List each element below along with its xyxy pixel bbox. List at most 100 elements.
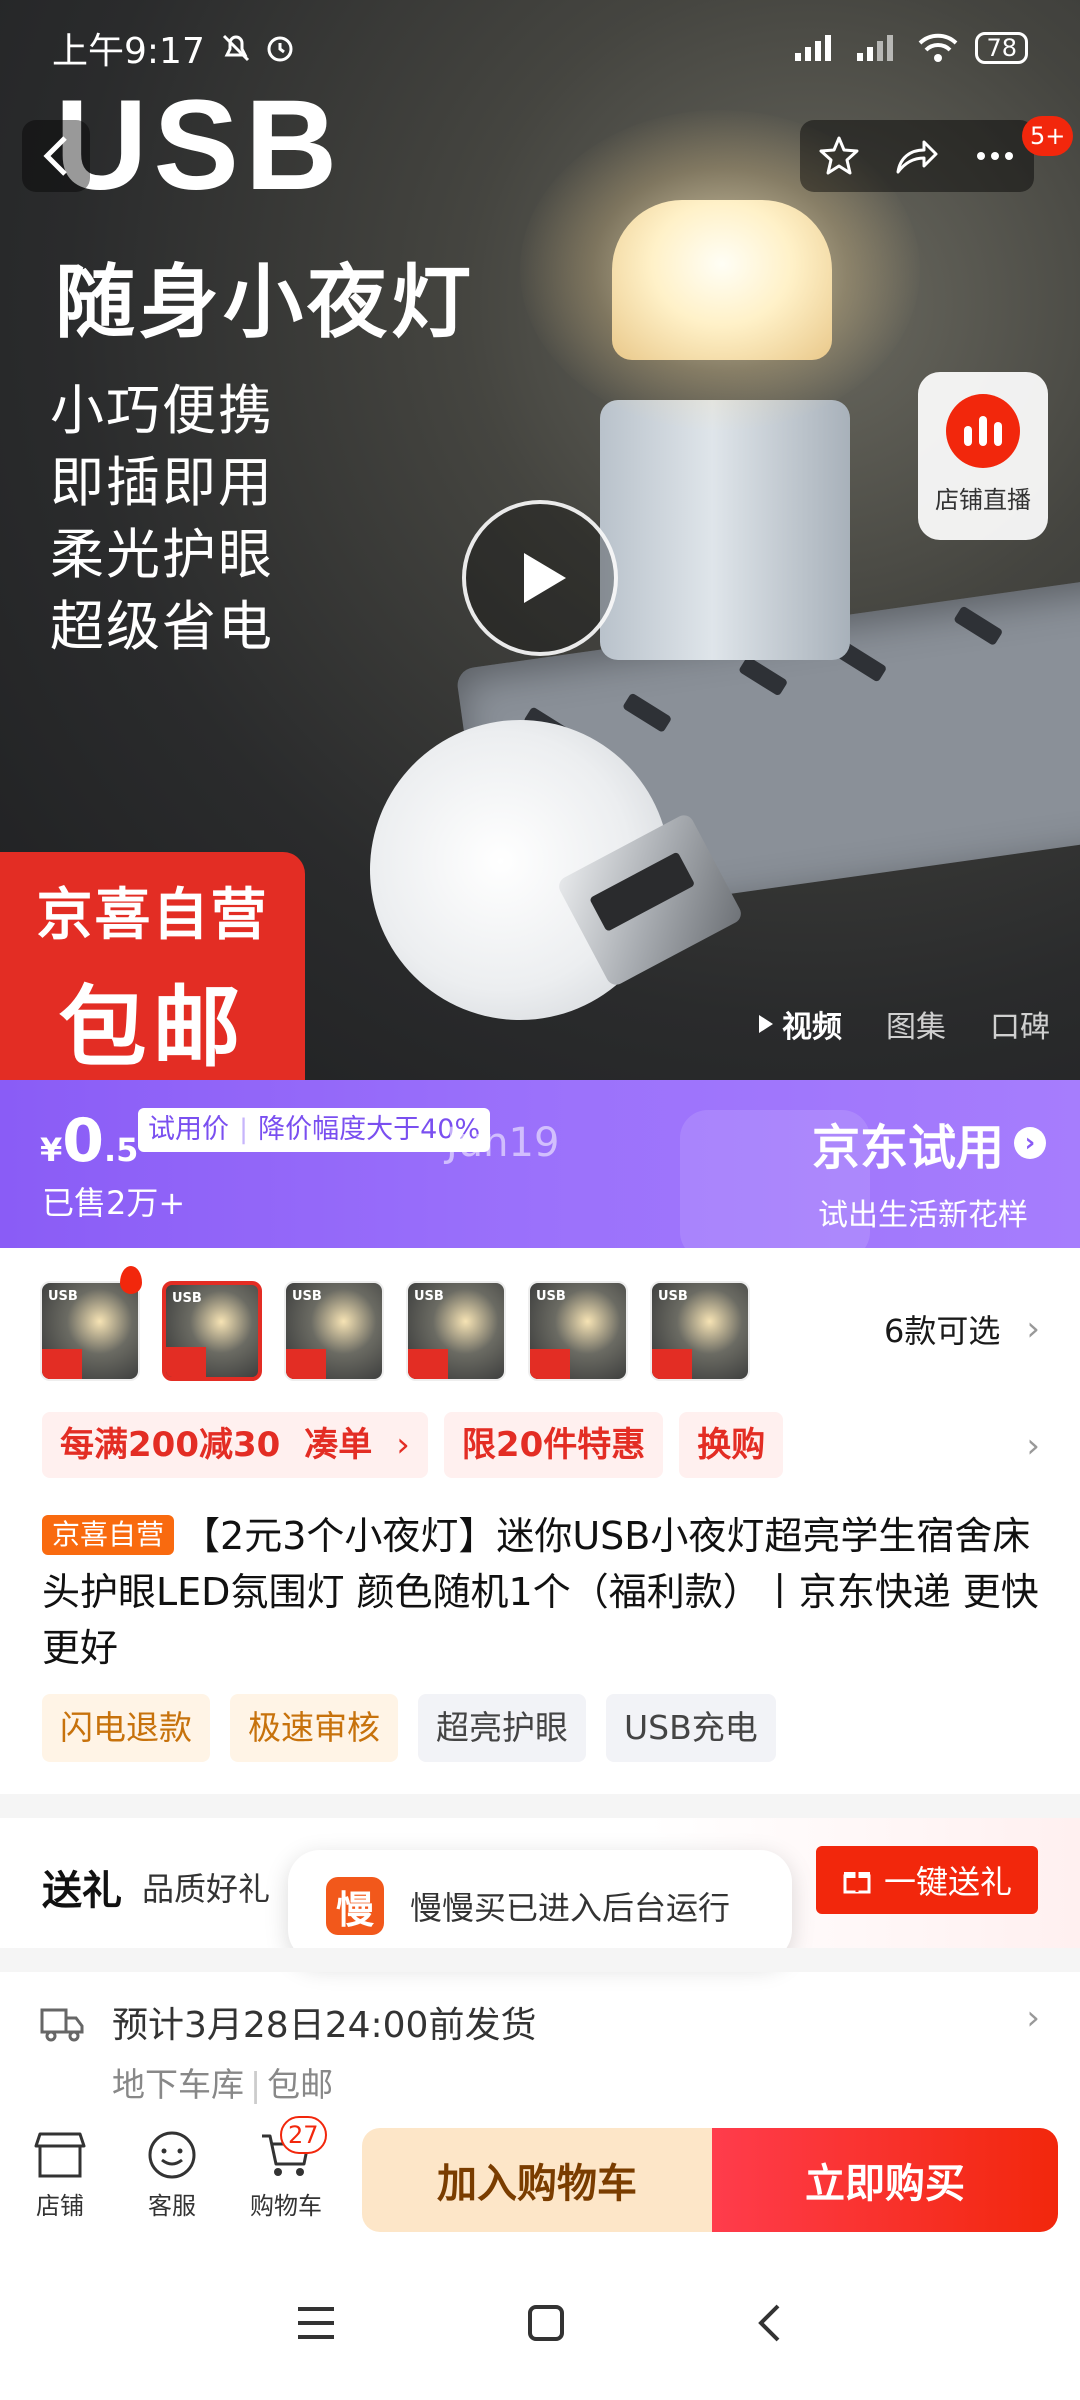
feature-tags: 闪电退款 极速审核 超亮护眼 USB充电 <box>42 1694 776 1762</box>
feature-tag-review: 极速审核 <box>230 1694 398 1762</box>
hero-features: 小巧便携 即插即用 柔光护眼 超级省电 <box>50 375 274 663</box>
jd-trial-brand[interactable]: 京东试用 › <box>812 1108 1046 1178</box>
alarm-icon <box>267 36 293 62</box>
hero-feature: 小巧便携 <box>50 379 274 442</box>
media-tabs: 视频 图集 口碑 <box>758 1002 1050 1046</box>
badge-line1: 京喜自营 <box>36 883 269 948</box>
tab-video[interactable]: 视频 <box>758 1002 842 1046</box>
promo-tag-exchange[interactable]: 换购 <box>679 1412 784 1478</box>
product-title: 京喜自营 【2元3个小夜灯】迷你USB小夜灯超亮学生宿舍床头护眼LED氛围灯 颜色… <box>42 1508 1047 1676</box>
variant-thumbnail[interactable]: USB <box>650 1281 750 1381</box>
shipping-location: 地下车库 <box>112 2065 244 2104</box>
customer-service-icon <box>148 2131 196 2179</box>
store-live-button[interactable]: 店铺直播 <box>918 372 1048 540</box>
bottom-action-bar: 店铺 客服 购物车 27 加入购物车 立即购买 <box>0 2112 1080 2246</box>
chevron-right-icon: › <box>396 1425 410 1465</box>
tab-gallery-label: 图集 <box>886 1010 946 1045</box>
feature-tag-usb: USB充电 <box>606 1694 776 1762</box>
menu-icon[interactable] <box>296 2305 336 2341</box>
chevron-right-icon: › <box>1026 1309 1040 1349</box>
price-decimal: .5 <box>104 1131 139 1169</box>
section-divider <box>0 1948 1080 1972</box>
variant-thumbnail[interactable]: USB <box>284 1281 384 1381</box>
promo-more-chevron-icon[interactable]: › <box>1026 1426 1040 1466</box>
back-arrow-icon <box>43 136 67 176</box>
play-icon <box>524 553 566 603</box>
variants-selector[interactable]: 6款可选 › <box>884 1306 1040 1352</box>
shipping-estimate: 预计3月28日24:00前发货 <box>112 2005 537 2046</box>
promo-tag-discount[interactable]: 每满200减30 凑单 › <box>42 1412 428 1478</box>
variant-thumbnail[interactable]: USB <box>40 1281 140 1381</box>
signal-hd-icon <box>857 35 894 61</box>
buy-now-button[interactable]: 立即购买 <box>712 2128 1058 2232</box>
discount-label: 每满200减30 <box>60 1425 281 1465</box>
feature-tag-bright: 超亮护眼 <box>418 1694 586 1762</box>
notification-badge: 5+ <box>1022 116 1074 156</box>
store-live-label: 店铺直播 <box>935 486 1031 514</box>
play-small-icon <box>759 1015 773 1033</box>
share-icon[interactable] <box>894 134 940 178</box>
more-icon[interactable] <box>973 134 1017 178</box>
promo-tag-limited[interactable]: 限20件特惠 <box>443 1412 664 1478</box>
gift-label: 送礼 <box>42 1868 122 1914</box>
status-bar: 上午9:17 78 <box>0 0 1080 96</box>
play-video-button[interactable] <box>462 500 618 656</box>
cart-count-badge: 27 <box>280 2116 327 2154</box>
hero-feature: 即插即用 <box>50 451 274 514</box>
section-divider <box>0 1794 1080 1818</box>
back-button[interactable] <box>22 120 90 192</box>
cart-label: 购物车 <box>250 2192 322 2220</box>
chevron-right-icon: › <box>1014 1127 1046 1159</box>
send-gift-label: 一键送礼 <box>883 1863 1012 1901</box>
variant-thumbnail[interactable]: USB <box>528 1281 628 1381</box>
jingxi-badge: 京喜自营 包邮 <box>0 852 305 1080</box>
hero-feature: 柔光护眼 <box>50 523 274 586</box>
product-title-text: 【2元3个小夜灯】迷你USB小夜灯超亮学生宿舍床头护眼LED氛围灯 颜色随机1个… <box>42 1514 1039 1670</box>
add-to-cart-button[interactable]: 加入购物车 <box>362 2128 712 2232</box>
store-icon <box>34 2132 86 2178</box>
system-navigation-bar <box>0 2246 1080 2400</box>
delivery-truck-icon <box>40 2008 84 2042</box>
trial-price-label: 试用价 <box>148 1114 229 1145</box>
status-icons: 78 <box>793 32 1028 64</box>
signal-icon <box>795 35 832 61</box>
background-toast: 慢 慢慢买已进入后台运行 <box>288 1850 792 1962</box>
ghost-text: Jun19 <box>446 1120 560 1166</box>
trial-price-tag: 试用价 | 降价幅度大于40% <box>138 1108 491 1152</box>
store-nav[interactable]: 店铺 <box>0 2130 120 2221</box>
gift-desc: 品质好礼 <box>142 1870 271 1908</box>
variant-thumbnail[interactable]: USB <box>406 1281 506 1381</box>
store-label: 店铺 <box>36 2192 84 2220</box>
trial-price: ¥0.5 <box>40 1106 138 1176</box>
status-time: 上午9:17 <box>52 31 205 72</box>
jd-trial-label: 京东试用 <box>811 1120 1004 1176</box>
variant-thumbnail-selected[interactable]: USB <box>162 1281 262 1381</box>
mute-icon <box>222 34 249 62</box>
service-nav[interactable]: 客服 <box>112 2130 232 2221</box>
back-icon[interactable] <box>756 2303 784 2343</box>
chevron-right-icon: › <box>1026 1998 1040 2038</box>
shipping-section[interactable]: 预计3月28日24:00前发货 地下车库 | 包邮 › <box>0 1972 1080 2112</box>
shipping-free: 包邮 <box>267 2065 334 2104</box>
home-icon[interactable] <box>527 2304 565 2342</box>
tab-reviews[interactable]: 口碑 <box>990 1002 1050 1046</box>
toast-message: 慢慢买已进入后台运行 <box>410 1889 731 1927</box>
lamp-illustration <box>612 200 832 360</box>
tab-gallery[interactable]: 图集 <box>886 1002 946 1046</box>
favorite-star-icon[interactable] <box>817 134 861 178</box>
adapter-illustration <box>600 400 850 660</box>
variant-count: 6款可选 <box>884 1312 1001 1350</box>
promotion-tags: 每满200减30 凑单 › 限20件特惠 换购 <box>42 1412 784 1478</box>
tab-reviews-label: 口碑 <box>990 1010 1050 1045</box>
hero-title: USB <box>55 74 344 217</box>
hero-feature: 超级省电 <box>50 595 274 658</box>
currency-symbol: ¥ <box>40 1131 63 1169</box>
send-gift-button[interactable]: 一键送礼 <box>816 1846 1038 1914</box>
hot-flame-icon <box>120 1266 142 1294</box>
feature-tag-refund: 闪电退款 <box>42 1694 210 1762</box>
manmanmai-logo: 慢 <box>326 1877 384 1935</box>
bundle-label: 凑单 <box>304 1425 373 1465</box>
jingxi-self-badge: 京喜自营 <box>42 1515 175 1555</box>
trial-promo-bar[interactable]: ¥0.5 试用价 | 降价幅度大于40% Jun19 已售2万+ 京东试用 › … <box>0 1080 1080 1248</box>
top-actions <box>800 120 1034 192</box>
